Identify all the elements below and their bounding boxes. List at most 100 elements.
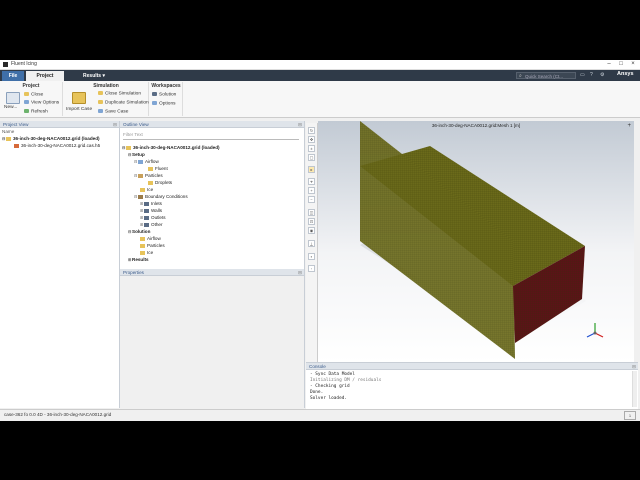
setup-label: Setup	[132, 152, 145, 157]
camera-icon[interactable]: ◉	[308, 227, 315, 234]
zoom-box-icon[interactable]: ▢	[308, 154, 315, 161]
outlets-label: Outlets	[151, 215, 166, 220]
view-icon[interactable]: ◫	[308, 209, 315, 216]
solution-item[interactable]: ⊟Solution	[128, 229, 150, 234]
particles-label: Particles	[145, 173, 163, 178]
import-case-icon[interactable]	[72, 92, 86, 104]
pin-icon[interactable]: ⊟	[298, 269, 302, 276]
close-simulation-button[interactable]: Close Simulation	[98, 91, 141, 96]
axis-triad	[586, 323, 604, 338]
ruler-icon[interactable]: ◦	[308, 265, 315, 272]
solution-icon	[152, 92, 157, 96]
duplicate-simulation-button[interactable]: Duplicate Simulation	[98, 100, 149, 105]
notification-icon[interactable]: 1	[624, 411, 636, 420]
walls-label: Walls	[151, 208, 163, 213]
tab-file[interactable]: File	[2, 71, 24, 81]
outline-view-header: Outline View ⊟	[120, 121, 304, 128]
tab-project[interactable]: Project	[26, 71, 64, 81]
console-line: Initializing DM / residuals	[310, 378, 382, 383]
graphics-viewport[interactable]: 36-inch-30-deg-NACA0012.grid:Mesh 1 [m] …	[318, 121, 634, 362]
outlets-icon	[144, 215, 149, 220]
project-item-loaded[interactable]: ⊟ 36-inch-30-deg-NACA0012.grid (loaded)	[2, 136, 100, 141]
filter-text-input[interactable]: Filter Text	[123, 132, 299, 140]
solution-particles-item[interactable]: Particles	[140, 243, 165, 248]
ice-solution-icon	[140, 250, 145, 255]
status-bar: case-362 fo 0.0 4D - 36-inch-30-deg-NACA…	[0, 409, 640, 421]
pin-icon[interactable]: ⊟	[632, 363, 636, 370]
refresh-label: Refresh	[31, 109, 48, 115]
droplets-icon	[148, 180, 153, 185]
console-line: - Checking grid	[310, 384, 350, 389]
solution-ice-item[interactable]: Ice	[140, 250, 153, 255]
search-placeholder: Quick Search (Ct...	[525, 74, 564, 79]
outlets-item[interactable]: ⊞ Outlets	[140, 215, 166, 220]
ice-label: Ice	[147, 187, 154, 192]
quick-search-input[interactable]: ⌕ Quick Search (Ct...	[516, 72, 576, 79]
airflow-solution-icon	[140, 236, 145, 241]
close-label: Close	[31, 92, 44, 98]
console-panel[interactable]: Console ⊟ - Sync Data Model Initializing…	[306, 362, 638, 409]
results-item[interactable]: ⊞Results	[128, 257, 149, 262]
properties-header: Properties ⊟	[120, 269, 304, 276]
refresh-icon	[24, 109, 29, 113]
fluent-item[interactable]: Fluent	[148, 166, 168, 171]
fit-icon[interactable]: ⌖	[308, 178, 315, 185]
select-icon[interactable]: ▸	[308, 166, 315, 173]
walls-icon	[144, 208, 149, 213]
outline-root-item[interactable]: ⊟ 36-inch-30-deg-NACA0012.grid (loaded)	[122, 145, 220, 150]
setup-item[interactable]: ⊟Setup	[128, 152, 145, 157]
rotate-icon[interactable]: ↻	[308, 127, 315, 134]
walls-item[interactable]: ⊞ Walls	[140, 208, 162, 213]
help-icon[interactable]: ?	[590, 72, 593, 78]
other-item[interactable]: ⊞ Other	[140, 222, 163, 227]
filter-placeholder: Filter Text	[123, 132, 143, 137]
console-scrollbar[interactable]	[632, 371, 637, 407]
tab-results[interactable]: Results ▾	[66, 71, 122, 81]
refresh-button[interactable]: Refresh	[24, 109, 48, 114]
options-button[interactable]: Options	[152, 101, 176, 106]
minimize-ribbon-icon[interactable]: ▭	[580, 72, 585, 78]
zoom-in-icon[interactable]: +	[308, 187, 315, 194]
status-text: case-362 fo 0.0 4D - 36-inch-30-deg-NACA…	[4, 412, 112, 417]
solution-label: Solution	[132, 229, 151, 234]
inlets-icon	[144, 201, 149, 206]
droplets-item[interactable]: Droplets	[148, 180, 172, 185]
inlets-item[interactable]: ⊞ Inlets	[140, 201, 162, 206]
solution-workspace-button[interactable]: Solution	[152, 92, 176, 97]
new-button[interactable]: New...	[4, 105, 17, 110]
new-project-icon[interactable]	[6, 92, 20, 104]
console-line: Solver loaded.	[310, 396, 348, 401]
display-icon[interactable]: ▪	[308, 253, 315, 260]
solution-airflow-item[interactable]: Airflow	[140, 236, 161, 241]
zoom-out-icon[interactable]: −	[308, 196, 315, 203]
window-title: Fluent Icing	[11, 61, 37, 67]
folder-icon	[24, 92, 29, 96]
boundary-conditions-item[interactable]: ⊟ Boundary Conditions	[134, 194, 188, 199]
title-bar: Fluent Icing – □ ×	[0, 60, 640, 70]
solution-airflow-label: Airflow	[147, 236, 161, 241]
pin-icon[interactable]: ⊟	[113, 121, 117, 128]
ice-item[interactable]: Ice	[140, 187, 153, 192]
project-view-header: Project View ⊟	[0, 121, 119, 128]
settings-icon[interactable]: ⚙	[600, 72, 604, 78]
close-icon[interactable]: ×	[628, 61, 638, 67]
properties-panel: Properties ⊟	[120, 269, 305, 408]
solution-ice-label: Ice	[147, 250, 154, 255]
particles-item[interactable]: ⊟ Particles	[134, 173, 163, 178]
close-project-button[interactable]: Close	[24, 92, 43, 97]
zoom-icon[interactable]: ±	[308, 145, 315, 152]
console-title: Console	[309, 364, 326, 369]
project-item-case-file[interactable]: 36-inch-30-deg-NACA0012.grid.cas.h5	[14, 143, 100, 148]
view-options-button[interactable]: View Options	[24, 100, 59, 105]
ice-icon	[140, 187, 145, 192]
save-case-button[interactable]: Save Case	[98, 109, 128, 114]
particles-solution-icon	[140, 243, 145, 248]
maximize-icon[interactable]: □	[616, 61, 626, 67]
airflow-item[interactable]: ⊟ Airflow	[134, 159, 159, 164]
orient-icon[interactable]: ⊡	[308, 218, 315, 225]
pan-icon[interactable]: ✥	[308, 136, 315, 143]
pin-icon[interactable]: ⊟	[298, 121, 302, 128]
axes-icon[interactable]: ⟂	[308, 240, 315, 247]
minimize-icon[interactable]: –	[604, 61, 614, 67]
import-case-button[interactable]: Import Case	[66, 107, 92, 112]
